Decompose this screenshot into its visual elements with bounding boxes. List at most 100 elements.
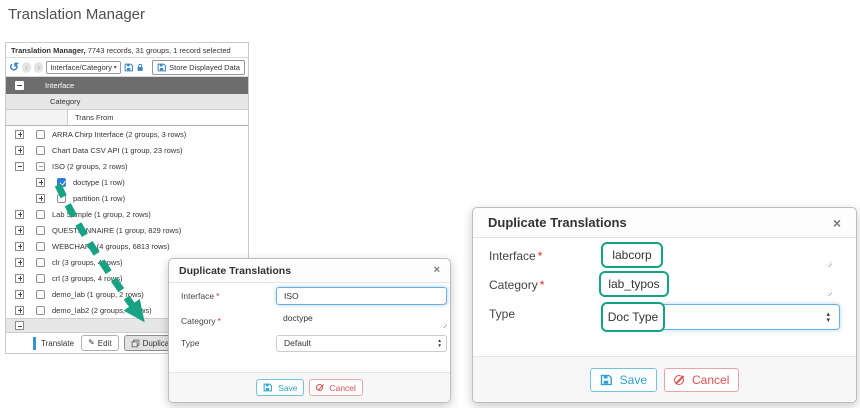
tree-row: Chart Data CSV API (1 group, 23 rows)	[6, 142, 248, 158]
close-icon[interactable]: ×	[434, 265, 440, 276]
dialog-header: Duplicate Translations ×	[473, 208, 856, 238]
resize-grip-icon[interactable]	[825, 260, 832, 267]
refresh-icon[interactable]: ↺	[9, 61, 19, 73]
row-checkbox[interactable]	[57, 194, 66, 203]
expand-icon[interactable]	[36, 178, 45, 187]
expand-icon[interactable]	[36, 194, 45, 203]
expand-icon[interactable]	[15, 146, 24, 155]
column-header-trans-from: Trans From	[6, 110, 248, 126]
tree-row-label[interactable]: ISO (2 groups, 2 rows)	[52, 162, 127, 171]
chevron-down-icon: ▾	[114, 64, 117, 71]
row-checkbox[interactable]	[36, 210, 45, 219]
tree-row: QUESTIONNAIRE (1 group, 829 rows)	[6, 222, 248, 238]
save-button-label: Save	[620, 373, 647, 387]
required-marker: *	[540, 278, 545, 292]
edit-button[interactable]: ✎ Edit	[81, 335, 119, 351]
close-icon[interactable]: ×	[833, 216, 841, 230]
collapse-icon[interactable]	[15, 321, 24, 330]
category-field-label: Category*	[489, 278, 544, 292]
resize-grip-icon[interactable]	[440, 321, 447, 328]
collapse-all-icon[interactable]	[15, 81, 24, 90]
translate-label: Translate	[41, 339, 74, 348]
cancel-button[interactable]: Cancel	[664, 368, 739, 392]
record-summary-counts: 7743 records, 31 groups, 1 record select…	[86, 46, 231, 55]
ban-icon	[316, 384, 323, 391]
row-checkbox[interactable]	[36, 162, 45, 171]
store-displayed-data-button[interactable]: Store Displayed Data	[152, 60, 245, 75]
row-checkbox[interactable]	[36, 290, 45, 299]
cancel-button-label: Cancel	[329, 383, 355, 393]
tree-row-label[interactable]: partition (1 row)	[73, 194, 125, 203]
save-button[interactable]: Save	[590, 368, 657, 392]
expand-icon[interactable]	[15, 226, 24, 235]
duplicate-translations-dialog-small: Duplicate Translations × Interface* ISO …	[168, 258, 451, 403]
row-checkbox[interactable]	[36, 274, 45, 283]
tree-row-label[interactable]: Lab Sample (1 group, 2 rows)	[52, 210, 151, 219]
type-select-value: Default	[284, 338, 311, 348]
expand-icon[interactable]	[15, 306, 24, 315]
tree-row: ISO (2 groups, 2 rows)	[6, 158, 248, 174]
expand-icon[interactable]	[15, 274, 24, 283]
record-summary: Translation Manager, 7743 records, 31 gr…	[6, 43, 248, 58]
dialog-header: Duplicate Translations ×	[169, 259, 450, 283]
row-checkbox[interactable]	[36, 146, 45, 155]
row-checkbox[interactable]	[36, 258, 45, 267]
tree-row-label[interactable]: QUESTIONNAIRE (1 group, 829 rows)	[52, 226, 181, 235]
tree-row-label[interactable]: doctype (1 row)	[73, 178, 125, 187]
save-layout-icon[interactable]	[124, 62, 133, 73]
tree-row-label[interactable]: demo_lab2 (2 groups, 4 rows)	[52, 306, 152, 315]
interface-field-value: labcorp	[612, 248, 651, 262]
row-checkbox[interactable]	[36, 306, 45, 315]
copy-icon	[131, 339, 140, 348]
selection-accent-bar	[33, 337, 36, 350]
save-icon	[600, 374, 612, 386]
tree-row-label[interactable]: crl (3 groups, 4 rows)	[52, 274, 122, 283]
panel-toolbar: ↺ ‹ › Interface/Category ▾ Store Display…	[6, 58, 248, 77]
category-field[interactable]: doctype	[283, 313, 313, 323]
record-summary-title: Translation Manager,	[11, 46, 86, 55]
row-checkbox[interactable]	[36, 226, 45, 235]
dialog-title: Duplicate Translations	[488, 215, 627, 230]
tree-row-label[interactable]: clr (3 groups, 4 rows)	[52, 258, 122, 267]
category-field-value: lab_typos	[608, 277, 659, 291]
type-select-highlight[interactable]: Doc Type	[601, 302, 665, 332]
lock-icon[interactable]	[136, 62, 144, 73]
tree-row: ARRA Chirp Interface (2 groups, 3 rows)	[6, 126, 248, 142]
edit-button-label: Edit	[98, 339, 112, 348]
expand-icon[interactable]	[15, 290, 24, 299]
tree-row-label[interactable]: ARRA Chirp Interface (2 groups, 3 rows)	[52, 130, 186, 139]
expand-icon[interactable]	[15, 242, 24, 251]
resize-grip-icon[interactable]	[825, 289, 832, 296]
interface-field-label: Interface*	[181, 291, 219, 301]
select-updown-icon: ▴▾	[826, 312, 830, 324]
cancel-button[interactable]: Cancel	[309, 379, 362, 396]
row-checkbox[interactable]	[36, 242, 45, 251]
row-checkbox[interactable]	[36, 130, 45, 139]
page-title: Translation Manager	[8, 6, 145, 23]
column-header-category: Category	[6, 94, 248, 110]
save-button[interactable]: Save	[256, 379, 304, 396]
required-marker: *	[538, 249, 543, 263]
expand-icon[interactable]	[15, 210, 24, 219]
row-checkbox[interactable]	[57, 178, 66, 187]
interface-field[interactable]: ISO	[276, 287, 447, 305]
store-displayed-data-label: Store Displayed Data	[169, 63, 240, 72]
tree-row-label[interactable]: Chart Data CSV API (1 group, 23 rows)	[52, 146, 182, 155]
column-header-trans-from-label: Trans From	[68, 110, 113, 125]
type-select[interactable]: Default ▴▾	[276, 335, 447, 352]
expand-icon[interactable]	[15, 130, 24, 139]
tree-row-label[interactable]: demo_lab (1 group, 2 rows)	[52, 290, 144, 299]
interface-field-highlight[interactable]: labcorp	[601, 242, 663, 268]
collapse-icon[interactable]	[15, 162, 24, 171]
category-field-highlight[interactable]: lab_typos	[599, 271, 669, 297]
expand-icon[interactable]	[15, 258, 24, 267]
view-mode-select[interactable]: Interface/Category ▾	[46, 61, 120, 74]
required-marker: *	[218, 316, 221, 326]
column-header-stub	[6, 110, 68, 125]
prev-page-button[interactable]: ‹	[22, 62, 31, 73]
next-page-button[interactable]: ›	[34, 62, 43, 73]
ban-icon	[674, 375, 684, 385]
tree-row-label[interactable]: WEBCHART (4 groups, 6813 rows)	[52, 242, 170, 251]
pencil-icon: ✎	[88, 339, 95, 347]
type-field-label: Type	[181, 338, 199, 348]
